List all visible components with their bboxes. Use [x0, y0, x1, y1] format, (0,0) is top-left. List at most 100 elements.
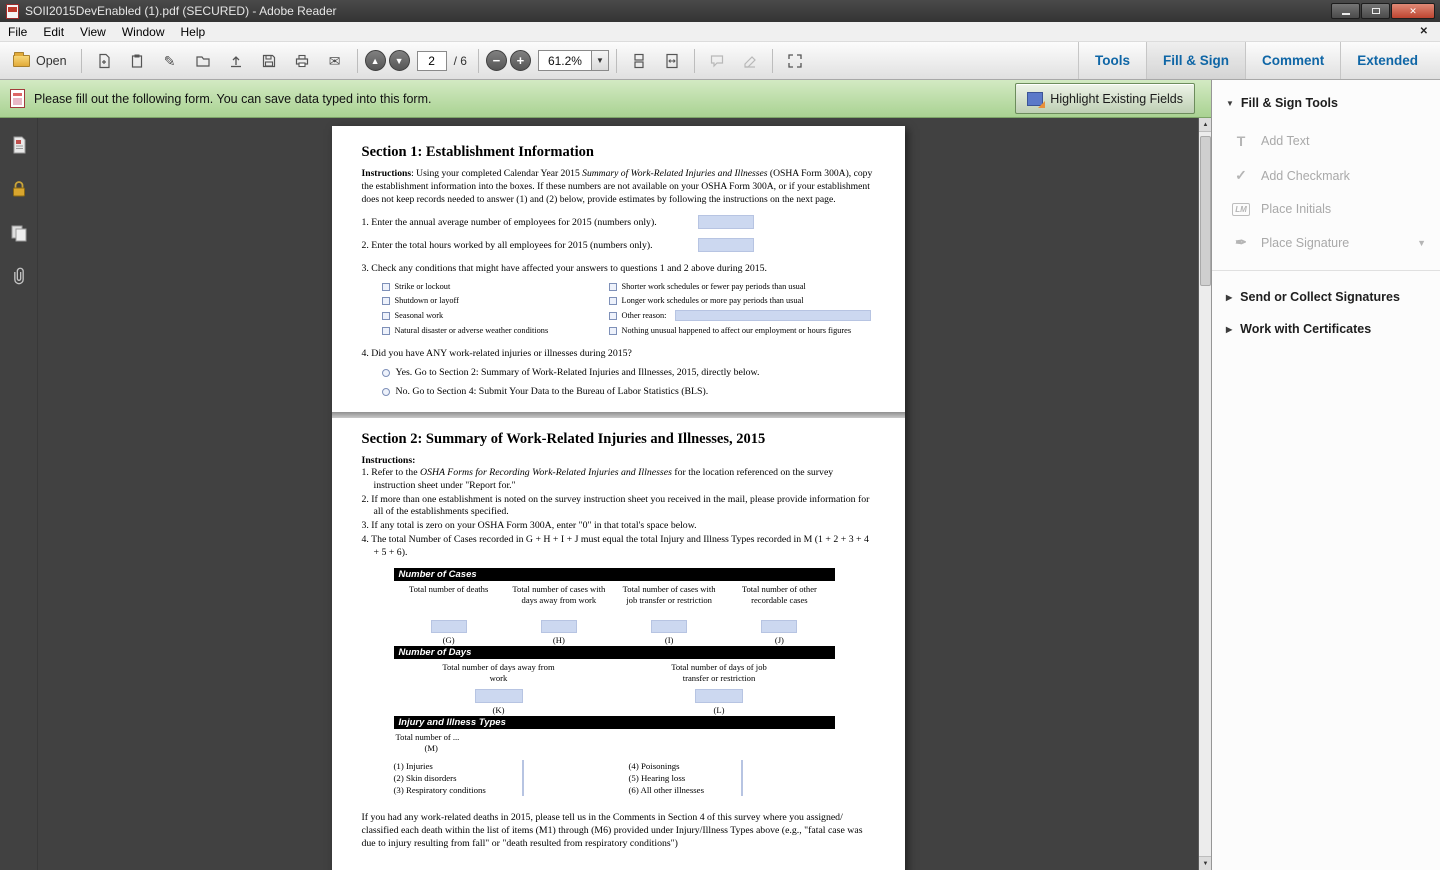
bookmarks-pages-icon[interactable] [8, 222, 30, 244]
zoom-dropdown-icon[interactable]: ▼ [591, 51, 608, 70]
highlight-existing-fields-button[interactable]: Highlight Existing Fields [1015, 83, 1195, 114]
close-button[interactable]: ✕ [1391, 3, 1435, 19]
email-button[interactable]: ✉ [320, 47, 350, 75]
open-button[interactable]: Open [6, 47, 74, 75]
checkbox-row: Longer work schedules or more pay period… [609, 296, 877, 305]
maximize-button[interactable] [1361, 3, 1390, 19]
tab-extended[interactable]: Extended [1340, 42, 1434, 79]
shorter-schedules-checkbox[interactable] [609, 283, 617, 291]
minimize-button[interactable] [1331, 3, 1360, 19]
letter-I: (I) [614, 635, 724, 645]
days-away-cases-field-H[interactable] [541, 620, 577, 633]
fullscreen-button[interactable] [780, 47, 810, 75]
tab-fill-sign[interactable]: Fill & Sign [1146, 42, 1245, 79]
respiratory-field-M3[interactable] [522, 784, 524, 796]
letter-J: (J) [724, 635, 834, 645]
previous-page-button[interactable]: ▲ [365, 50, 386, 71]
checkbox-label: Longer work schedules or more pay period… [622, 296, 804, 305]
section2-instruction-3: 3. If any total is zero on your OSHA For… [362, 520, 877, 533]
export-pdf-button[interactable] [89, 47, 119, 75]
attachments-paperclip-icon[interactable] [8, 266, 30, 288]
other-reason-checkbox[interactable] [609, 312, 617, 320]
upload-button[interactable] [221, 47, 251, 75]
section2-title: Section 2: Summary of Work-Related Injur… [362, 431, 877, 448]
no-radio-button[interactable] [382, 388, 390, 396]
skin-disorders-field-M2[interactable] [522, 772, 524, 784]
scrollbar-thumb[interactable] [1200, 136, 1211, 286]
menu-view[interactable]: View [72, 23, 114, 41]
employees-field[interactable] [698, 215, 754, 229]
seasonal-work-checkbox[interactable] [382, 312, 390, 320]
column-header-I: Total number of cases with job transfer … [614, 584, 724, 620]
open-label: Open [36, 54, 67, 68]
add-checkmark-tool[interactable]: ✓ Add Checkmark [1212, 158, 1440, 193]
print-button[interactable] [287, 47, 317, 75]
menu-bar: File Edit View Window Help ✕ [0, 22, 1440, 42]
days-away-field-K[interactable] [475, 689, 523, 703]
place-signature-tool[interactable]: ✒ Place Signature ▼ [1212, 225, 1440, 260]
toolbar-separator [478, 49, 479, 73]
hours-worked-field[interactable] [698, 238, 754, 252]
menu-edit[interactable]: Edit [35, 23, 72, 41]
hearing-loss-field-M5[interactable] [741, 772, 743, 784]
letter-L: (L) [604, 705, 835, 716]
longer-schedules-checkbox[interactable] [609, 297, 617, 305]
menu-file[interactable]: File [0, 23, 35, 41]
other-cases-field-J[interactable] [761, 620, 797, 633]
field-cell [394, 686, 604, 703]
menu-window[interactable]: Window [114, 23, 173, 41]
natural-disaster-checkbox[interactable] [382, 327, 390, 335]
all-other-field-M6[interactable] [741, 784, 743, 796]
expanded-triangle-icon: ▼ [1226, 99, 1234, 108]
deaths-field-G[interactable] [431, 620, 467, 633]
section1-instructions: Instructions: Using your completed Calen… [362, 168, 877, 206]
tab-comment[interactable]: Comment [1245, 42, 1340, 79]
checkbox-label: Seasonal work [395, 311, 444, 320]
highlighter-icon [742, 53, 758, 69]
work-with-certificates-section[interactable]: ▶ Work with Certificates [1212, 313, 1440, 345]
tab-tools[interactable]: Tools [1078, 42, 1146, 79]
shutdown-checkbox[interactable] [382, 297, 390, 305]
place-initials-tool[interactable]: LM Place Initials [1212, 193, 1440, 225]
type-label-skin-disorders: (2) Skin disorders [394, 773, 522, 783]
toolbar-separator [357, 49, 358, 73]
checkbox-row: Natural disaster or adverse weather cond… [382, 326, 609, 335]
checkbox-label: Nothing unusual happened to affect our e… [622, 326, 852, 335]
other-reason-field[interactable] [675, 310, 871, 321]
send-collect-signatures-section[interactable]: ▶ Send or Collect Signatures [1212, 281, 1440, 313]
fill-sign-tools-header[interactable]: ▼ Fill & Sign Tools [1212, 80, 1440, 124]
menubar-close-icon[interactable]: ✕ [1420, 26, 1428, 37]
column-header-K: Total number of days away from work [439, 662, 559, 686]
nothing-unusual-checkbox[interactable] [609, 327, 617, 335]
yes-radio-button[interactable] [382, 369, 390, 377]
vertical-scrollbar[interactable]: ▲ ▼ [1198, 118, 1211, 870]
add-text-tool[interactable]: T Add Text [1212, 124, 1440, 158]
copy-text-button[interactable] [122, 47, 152, 75]
pdf-app-icon [6, 4, 19, 19]
types-total-label: Total number of ... [394, 732, 835, 742]
zoom-out-button[interactable]: − [486, 50, 507, 71]
toolbar-tabs: Tools Fill & Sign Comment Extended [1078, 42, 1434, 79]
injuries-field-M1[interactable] [522, 760, 524, 772]
menu-help[interactable]: Help [173, 23, 214, 41]
poisonings-field-M4[interactable] [741, 760, 743, 772]
transfer-cases-field-I[interactable] [651, 620, 687, 633]
next-page-button[interactable]: ▼ [389, 50, 410, 71]
page-number-input[interactable]: 2 [417, 51, 447, 71]
zoom-in-button[interactable]: + [510, 50, 531, 71]
sign-button[interactable]: ✎ [155, 47, 185, 75]
page-canvas: Section 1: Establishment Information Ins… [38, 118, 1198, 870]
days-transfer-field-L[interactable] [695, 689, 743, 703]
clipboard-icon [129, 53, 145, 69]
signature-dropdown-icon[interactable]: ▼ [1417, 238, 1426, 248]
strike-checkbox[interactable] [382, 283, 390, 291]
fit-page-button[interactable] [657, 47, 687, 75]
title-bar: SOII2015DevEnabled (1).pdf (SECURED) - A… [0, 0, 1440, 22]
page-thumbnails-icon[interactable] [8, 134, 30, 156]
security-lock-icon[interactable] [8, 178, 30, 200]
share-file-button[interactable] [188, 47, 218, 75]
zoom-level-select[interactable]: 61.2% ▼ [538, 50, 609, 71]
fill-sign-panel: ▼ Fill & Sign Tools T Add Text ✓ Add Che… [1211, 80, 1440, 870]
scrolling-mode-button[interactable] [624, 47, 654, 75]
save-button[interactable] [254, 47, 284, 75]
